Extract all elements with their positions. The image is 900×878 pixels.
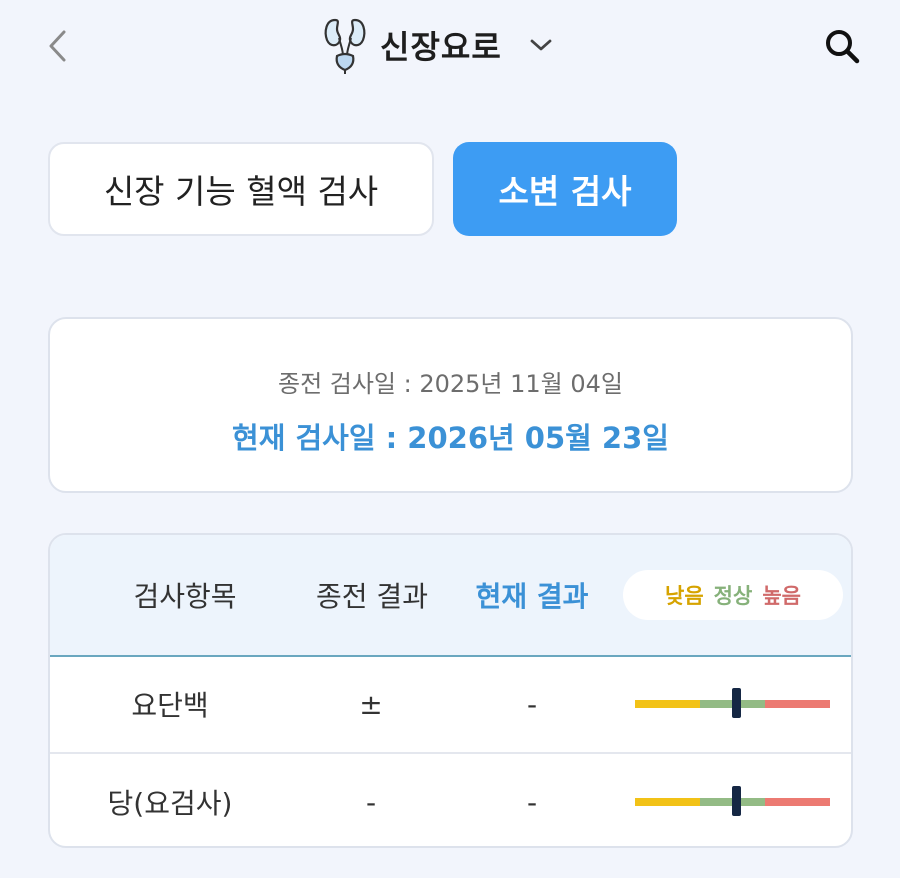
row-previous-result: - — [365, 785, 377, 819]
column-header-previous: 종전 결과 — [316, 580, 428, 613]
row-previous-result: ± — [359, 687, 383, 721]
row-current-result: - — [526, 687, 538, 721]
search-button[interactable] — [820, 24, 864, 68]
row-item-name: 요단백 — [131, 689, 209, 722]
back-button[interactable] — [38, 26, 78, 66]
gauge-high-segment — [765, 798, 830, 806]
table-row[interactable]: 요단백 ± - — [50, 656, 851, 754]
results-table-header: 검사항목 종전 결과 현재 결과 낮음 정상 높음 — [50, 535, 851, 657]
legend-low: 낮음 — [665, 584, 704, 608]
kidney-icon — [324, 18, 366, 74]
legend-high: 높음 — [762, 584, 801, 608]
current-test-date: 현재 검사일 : 2026년 05월 23일 — [232, 421, 669, 455]
level-legend: 낮음 정상 높음 — [623, 570, 843, 620]
gauge-low-segment — [635, 798, 700, 806]
legend-normal: 정상 — [713, 584, 753, 608]
column-header-item: 검사항목 — [133, 580, 237, 613]
tab-kidney-blood-test[interactable]: 신장 기능 혈액 검사 — [48, 142, 434, 236]
previous-test-date: 종전 검사일 : 2025년 11월 04일 — [277, 370, 624, 398]
search-icon — [826, 30, 860, 64]
gauge-high-segment — [765, 700, 830, 708]
row-item-name: 당(요검사) — [107, 787, 233, 820]
tab-urine-test[interactable]: 소변 검사 — [453, 142, 677, 236]
row-current-result: - — [526, 785, 538, 819]
test-date-card: 종전 검사일 : 2025년 11월 04일 현재 검사일 : 2026년 05… — [48, 317, 853, 493]
gauge-marker — [732, 688, 742, 718]
level-gauge — [635, 786, 830, 816]
category-selector[interactable]: 신장요로 — [322, 16, 554, 74]
app-header: 신장요로 — [0, 0, 900, 92]
chevron-left-icon — [49, 30, 66, 62]
column-header-current: 현재 결과 — [475, 580, 589, 613]
gauge-low-segment — [635, 700, 700, 708]
table-row[interactable]: 당(요검사) - - — [50, 754, 851, 846]
page-title: 신장요로 — [380, 28, 502, 66]
level-gauge — [635, 688, 830, 718]
chevron-down-icon — [530, 39, 552, 51]
results-table: 검사항목 종전 결과 현재 결과 낮음 정상 높음 요단백 ± - 당(요검사)… — [48, 533, 853, 848]
gauge-marker — [732, 786, 742, 816]
